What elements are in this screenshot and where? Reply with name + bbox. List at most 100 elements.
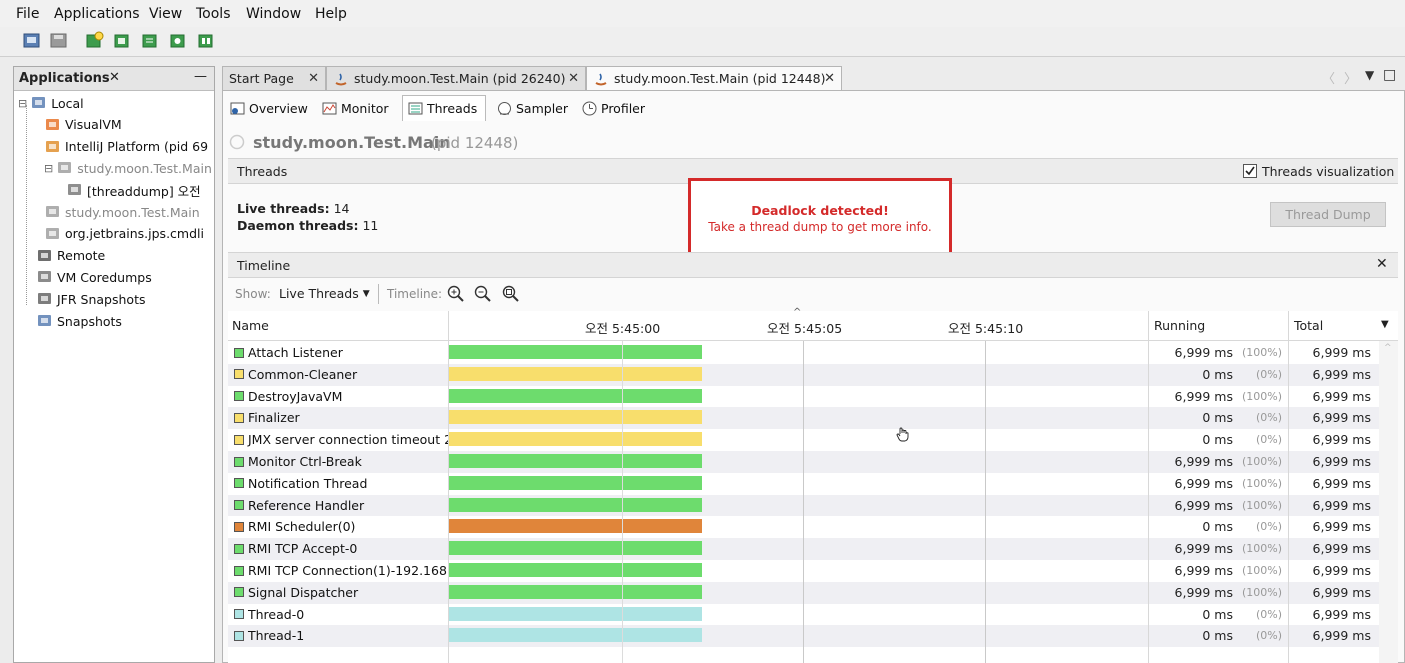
thread-name: Attach Listener xyxy=(248,345,343,360)
add-jmx-icon[interactable] xyxy=(85,31,104,50)
chevron-up-icon: ^ xyxy=(793,307,802,318)
gridline xyxy=(622,341,623,663)
tree-item-label: VisualVM xyxy=(65,117,122,133)
menu-applications[interactable]: Applications xyxy=(54,6,140,22)
thread-name-cell: DestroyJavaVM xyxy=(234,389,342,404)
thread-dump-toolbar-icon[interactable] xyxy=(141,31,160,50)
compare-icon[interactable] xyxy=(197,31,216,50)
thread-timeline-bar xyxy=(449,584,702,599)
tree-item[interactable]: ⊟ Local xyxy=(18,93,84,113)
thread-name-cell: Notification Thread xyxy=(234,476,367,491)
tree-item[interactable]: org.jetbrains.jps.cmdli xyxy=(44,224,204,244)
tree-item[interactable]: VisualVM xyxy=(44,115,122,135)
close-tab-icon[interactable]: ✕ xyxy=(824,71,835,86)
tree-item[interactable]: VM Coredumps xyxy=(36,267,152,287)
load-application-icon[interactable] xyxy=(22,31,41,50)
tree-item-label: [threaddump] 오전 xyxy=(87,183,201,199)
applications-panel-close-icon[interactable]: ✕ xyxy=(109,70,120,85)
close-tab-icon[interactable]: ✕ xyxy=(568,71,579,86)
thread-timeline-bar xyxy=(449,475,702,490)
thread-running-percent: (0%) xyxy=(1255,607,1282,621)
scroll-up-icon[interactable]: ^ xyxy=(1384,343,1392,353)
subtab-label: Profiler xyxy=(601,100,646,116)
menu-view[interactable]: View xyxy=(149,6,182,22)
thread-total-time: 6,999 ms xyxy=(1312,497,1371,513)
tree-item-label: JFR Snapshots xyxy=(57,291,146,307)
tree-item[interactable]: ⊟ study.moon.Test.Main xyxy=(44,158,212,178)
tree-item[interactable]: Remote xyxy=(36,246,105,266)
tree-item[interactable]: IntelliJ Platform (pid 69 xyxy=(44,137,208,157)
column-name-label: Name xyxy=(232,318,269,333)
column-header-total[interactable]: Total ▼ xyxy=(1288,311,1398,341)
tree-item[interactable]: Snapshots xyxy=(36,311,122,331)
profiler-icon xyxy=(582,101,597,115)
minimize-icon[interactable]: — xyxy=(194,69,207,84)
tree-item[interactable]: [threaddump] 오전 xyxy=(66,180,201,200)
zoom-in-icon[interactable] xyxy=(446,284,465,303)
thread-running-percent: (0%) xyxy=(1255,411,1282,425)
thread-state-swatch xyxy=(234,565,244,576)
snapshot-icon xyxy=(38,315,51,326)
snapshot-toolbar-icon[interactable] xyxy=(169,31,188,50)
tree-item-label: Local xyxy=(51,95,84,111)
subtab-profiler[interactable]: Profiler xyxy=(581,95,653,121)
subtab-threads[interactable]: Threads xyxy=(402,95,486,121)
daemon-threads-label: Daemon threads: xyxy=(237,218,359,233)
live-threads-value: 14 xyxy=(333,201,350,216)
thread-total-time: 6,999 ms xyxy=(1312,388,1371,404)
thread-name-cell: Monitor Ctrl-Break xyxy=(234,454,362,469)
close-tab-icon[interactable]: ✕ xyxy=(308,71,319,86)
vertical-scrollbar[interactable]: ^ xyxy=(1379,341,1398,663)
menu-tools[interactable]: Tools xyxy=(196,6,231,22)
tab-start-page[interactable]: Start Page ✕ xyxy=(222,66,326,90)
daemon-threads-count: Daemon threads: 11 xyxy=(237,218,378,233)
zoom-fit-icon[interactable] xyxy=(501,284,520,303)
thread-running-time: 6,999 ms xyxy=(1174,541,1233,557)
tree-item[interactable]: study.moon.Test.Main xyxy=(44,202,200,222)
zoom-out-icon[interactable] xyxy=(473,284,492,303)
threads-visualization-checkbox[interactable] xyxy=(1243,164,1257,178)
applications-panel-header: Applications ✕ — xyxy=(14,67,214,91)
heap-dump-icon[interactable] xyxy=(113,31,132,50)
subtab-sampler[interactable]: Sampler xyxy=(496,95,568,121)
show-dropdown[interactable]: Live Threads ▼ xyxy=(279,286,370,301)
thread-dump-button[interactable]: Thread Dump xyxy=(1270,202,1386,227)
column-header-name[interactable]: Name xyxy=(228,311,448,341)
thread-name: Signal Dispatcher xyxy=(248,584,359,600)
thread-timeline-bar xyxy=(449,345,702,359)
column-header-timeline[interactable]: 오전 5:45:00 오전 5:45:05 오전 5:45:10 ^ xyxy=(448,307,1148,341)
subtab-label: Overview xyxy=(249,100,308,116)
thread-total-time: 6,999 ms xyxy=(1312,519,1371,535)
thread-name: RMI TCP Accept-0 xyxy=(248,541,358,557)
java-app-icon xyxy=(58,162,72,174)
scroll-left-icon[interactable]: 〈 xyxy=(1322,68,1335,87)
tab-pid-12448[interactable]: study.moon.Test.Main (pid 12448) ✕ xyxy=(586,66,842,90)
thread-name-cell: RMI TCP Connection(1)-192.168.2 xyxy=(234,563,459,578)
menu-file[interactable]: File xyxy=(16,6,39,22)
tab-list-icon[interactable]: ▼ xyxy=(1365,68,1374,82)
column-header-running[interactable]: Running xyxy=(1148,311,1288,341)
collapse-icon[interactable]: ⊟ xyxy=(44,162,53,175)
timeline-close-icon[interactable]: ✕ xyxy=(1376,256,1388,272)
thread-name-cell: RMI Scheduler(0) xyxy=(234,519,355,534)
subtab-label: Sampler xyxy=(515,100,568,116)
thread-running-time: 6,999 ms xyxy=(1174,388,1233,404)
scroll-right-icon[interactable]: 〉 xyxy=(1344,68,1357,87)
thread-timeline-bar xyxy=(449,519,702,534)
tab-pid-26240[interactable]: study.moon.Test.Main (pid 26240) ✕ xyxy=(326,66,586,90)
menu-window[interactable]: Window xyxy=(246,6,301,22)
thread-name-cell: Thread-1 xyxy=(234,628,304,643)
save-icon[interactable] xyxy=(49,31,68,50)
thread-timeline-bar xyxy=(449,388,702,403)
menu-help[interactable]: Help xyxy=(315,6,347,22)
tree-item[interactable]: JFR Snapshots xyxy=(36,289,145,309)
app-title: study.moon.Test.Main xyxy=(253,133,451,152)
check-icon xyxy=(1245,166,1255,176)
threads-section-title: Threads xyxy=(237,164,288,179)
thread-running-time: 0 ms xyxy=(1202,606,1233,622)
column-menu-icon[interactable]: ▼ xyxy=(1381,319,1389,330)
subtab-monitor[interactable]: Monitor xyxy=(321,95,397,121)
subtab-overview[interactable]: Overview xyxy=(229,95,313,121)
divider xyxy=(378,284,379,304)
maximize-icon[interactable]: □ xyxy=(1383,67,1396,83)
